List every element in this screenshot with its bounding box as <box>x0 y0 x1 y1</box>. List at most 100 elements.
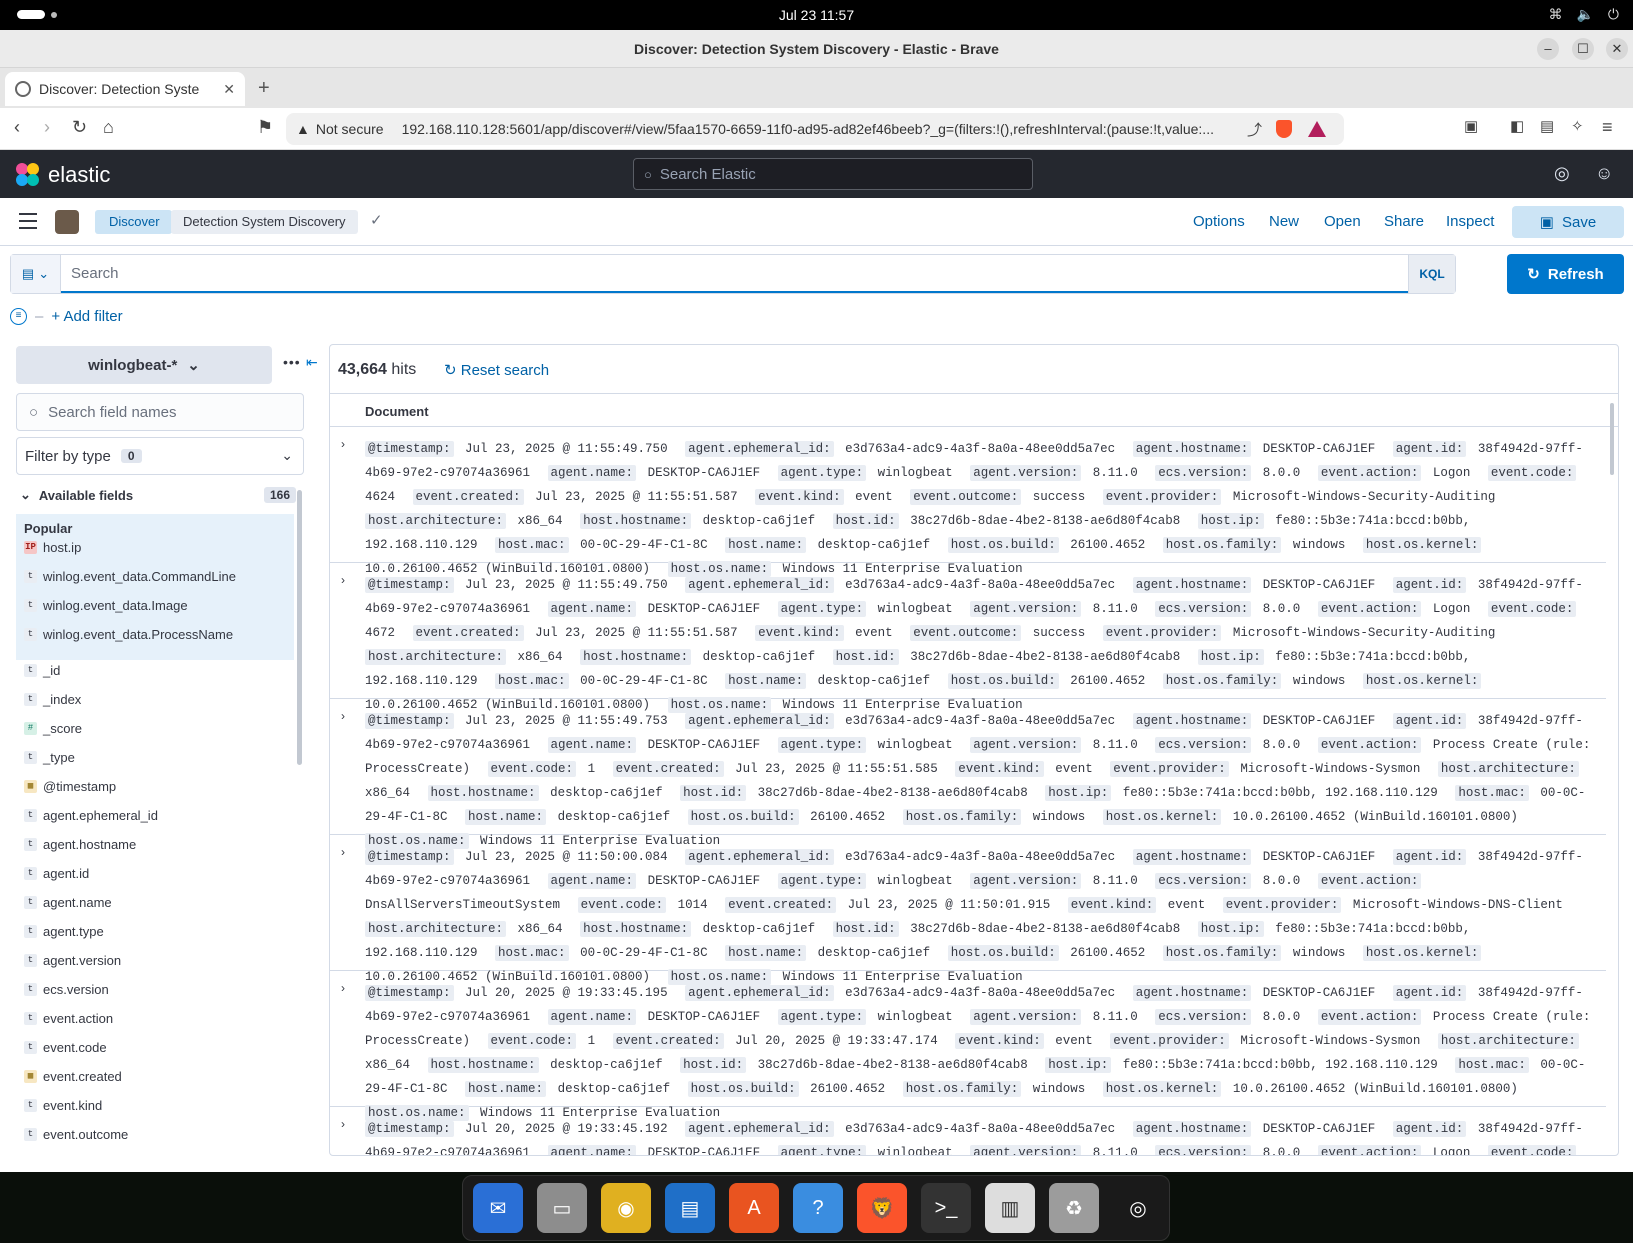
field-item[interactable]: ▦ @timestamp <box>24 776 116 796</box>
space-avatar[interactable] <box>55 210 79 234</box>
filter-menu-icon[interactable]: ≡ <box>10 307 27 325</box>
back-icon[interactable]: ‹ <box>14 117 20 138</box>
filter-by-type-button[interactable]: Filter by type 0 ⌄ <box>16 437 304 475</box>
open-link[interactable]: Open <box>1324 213 1361 230</box>
document-row[interactable]: › @timestamp: Jul 23, 2025 @ 11:55:49.750… <box>330 563 1606 713</box>
field-search-input[interactable]: ○ Search field names <box>16 393 304 431</box>
field-value: e3d763a4-adc9-4a3f-8a0a-48ee0dd5a7ec <box>845 578 1116 592</box>
close-tab-icon[interactable]: ✕ <box>223 81 235 98</box>
appcenter-icon[interactable]: A <box>729 1183 779 1233</box>
close-window-button[interactable]: ✕ <box>1606 38 1628 60</box>
document-row[interactable]: › @timestamp: Jul 20, 2025 @ 19:33:45.192… <box>330 1107 1606 1155</box>
field-item[interactable]: IP host.ip <box>24 537 81 557</box>
field-key: agent.name: <box>547 465 637 481</box>
brave-shields-icon[interactable] <box>1276 120 1292 138</box>
field-item[interactable]: t _index <box>24 689 81 709</box>
share-link[interactable]: Share <box>1384 213 1424 230</box>
field-item[interactable]: t winlog.event_data.Image <box>24 595 188 615</box>
rhythmbox-icon[interactable]: ◉ <box>601 1183 651 1233</box>
field-item[interactable]: t event.outcome <box>24 1124 128 1144</box>
user-menu-icon[interactable]: ☺ <box>1595 163 1613 184</box>
expand-row-icon[interactable]: › <box>341 437 345 451</box>
field-item[interactable]: t agent.name <box>24 892 112 912</box>
breadcrumb-discover[interactable]: Discover <box>95 210 172 234</box>
field-item[interactable]: # _score <box>24 718 82 738</box>
ubuntu-icon[interactable]: ◎ <box>1113 1183 1163 1233</box>
collapse-sidebar-icon[interactable]: ⇤ <box>306 354 318 371</box>
minimize-button[interactable]: – <box>1537 38 1559 60</box>
home-icon[interactable]: ⌂ <box>103 117 114 138</box>
help-icon[interactable]: ? <box>793 1183 843 1233</box>
save-icon[interactable]: ▥ <box>985 1183 1035 1233</box>
expand-row-icon[interactable]: › <box>341 845 345 859</box>
expand-row-icon[interactable]: › <box>341 981 345 995</box>
field-item[interactable]: t ecs.version <box>24 979 109 999</box>
field-item[interactable]: t event.action <box>24 1008 113 1028</box>
field-item[interactable]: t _id <box>24 660 60 680</box>
sidebar-icon[interactable]: ◧ <box>1510 117 1524 135</box>
field-item[interactable]: t agent.version <box>24 950 121 970</box>
index-pattern-selector[interactable]: winlogbeat-* ⌄ <box>16 346 272 384</box>
brave-icon[interactable]: 🦁 <box>857 1183 907 1233</box>
system-tray[interactable]: ⌘ 🔈 ⏻ <box>1548 6 1619 23</box>
saved-query-menu[interactable]: ▤ ⌄ <box>11 255 61 293</box>
document-row[interactable]: › @timestamp: Jul 20, 2025 @ 19:33:45.195… <box>330 971 1606 1121</box>
wallet-icon[interactable]: ▤ <box>1540 117 1554 135</box>
field-item[interactable]: t winlog.event_data.ProcessName <box>24 624 233 644</box>
cast-icon[interactable]: ▣ <box>1464 117 1478 135</box>
expand-row-icon[interactable]: › <box>341 1117 345 1131</box>
refresh-button[interactable]: ↻ Refresh <box>1507 254 1624 294</box>
sidebar-scrollbar[interactable] <box>297 490 302 765</box>
query-input[interactable]: Search <box>61 255 1409 293</box>
field-item[interactable]: t agent.hostname <box>24 834 136 854</box>
address-bar[interactable]: ▲ Not secure 192.168.110.128:5601/app/di… <box>286 113 1344 145</box>
document-row[interactable]: › @timestamp: Jul 23, 2025 @ 11:50:00.084… <box>330 835 1606 985</box>
save-button[interactable]: ▣ Save <box>1512 206 1624 238</box>
expand-row-icon[interactable]: › <box>341 709 345 723</box>
field-item[interactable]: t agent.type <box>24 921 104 941</box>
brave-rewards-icon[interactable] <box>1308 121 1326 137</box>
results-scrollbar[interactable] <box>1610 403 1614 475</box>
new-link[interactable]: New <box>1269 213 1299 230</box>
elastic-logo[interactable]: elastic <box>16 162 110 188</box>
field-item[interactable]: t winlog.event_data.CommandLine <box>24 566 236 586</box>
reload-icon[interactable]: ↻ <box>72 117 87 138</box>
kql-toggle[interactable]: KQL <box>1408 255 1455 293</box>
global-search-input[interactable]: ○ Search Elastic <box>633 158 1033 190</box>
expand-row-icon[interactable]: › <box>341 573 345 587</box>
field-type-icon: t <box>24 808 37 822</box>
available-fields-toggle[interactable]: ⌄ Available fields 166 <box>20 484 296 506</box>
hamburger-menu-icon[interactable] <box>19 213 37 234</box>
share-icon[interactable]: ⤴ <box>1247 119 1262 140</box>
field-item[interactable]: t _type <box>24 747 75 767</box>
trash-icon[interactable]: ♻ <box>1049 1183 1099 1233</box>
files-icon[interactable]: ▭ <box>537 1183 587 1233</box>
thunderbird-icon[interactable]: ✉ <box>473 1183 523 1233</box>
document-row[interactable]: › @timestamp: Jul 23, 2025 @ 11:55:49.753… <box>330 699 1606 849</box>
add-filter-link[interactable]: + Add filter <box>51 308 122 325</box>
more-options-icon[interactable]: ••• <box>283 354 301 370</box>
document-row[interactable]: › @timestamp: Jul 23, 2025 @ 11:55:49.750… <box>330 427 1606 577</box>
field-item[interactable]: ▦ event.created <box>24 1066 122 1086</box>
writer-icon[interactable]: ▤ <box>665 1183 715 1233</box>
forward-icon[interactable]: › <box>44 117 50 138</box>
url-text[interactable]: 192.168.110.128:5601/app/discover#/view/… <box>402 121 1214 137</box>
maximize-button[interactable]: ☐ <box>1572 38 1594 60</box>
terminal-icon[interactable]: >_ <box>921 1183 971 1233</box>
field-item[interactable]: t event.kind <box>24 1095 102 1115</box>
field-item[interactable]: t event.code <box>24 1037 107 1057</box>
reset-search-link[interactable]: ↻ Reset search <box>444 361 549 379</box>
help-icon[interactable]: ◎ <box>1554 163 1570 184</box>
inspect-link[interactable]: Inspect <box>1446 213 1494 230</box>
field-item[interactable]: t agent.id <box>24 863 89 883</box>
menu-icon[interactable]: ≡ <box>1602 117 1613 138</box>
field-item[interactable]: t agent.ephemeral_id <box>24 805 158 825</box>
clock[interactable]: Jul 23 11:57 <box>0 7 1633 23</box>
new-tab-button[interactable]: + <box>258 77 270 100</box>
field-value: 26100.4652 <box>810 1082 886 1096</box>
browser-tab[interactable]: Discover: Detection Syste ✕ <box>5 72 245 106</box>
not-secure-label[interactable]: Not secure <box>316 121 384 137</box>
bookmark-icon[interactable]: ⚑ <box>257 117 273 138</box>
leo-ai-icon[interactable]: ✧ <box>1571 117 1584 135</box>
options-link[interactable]: Options <box>1193 213 1245 230</box>
